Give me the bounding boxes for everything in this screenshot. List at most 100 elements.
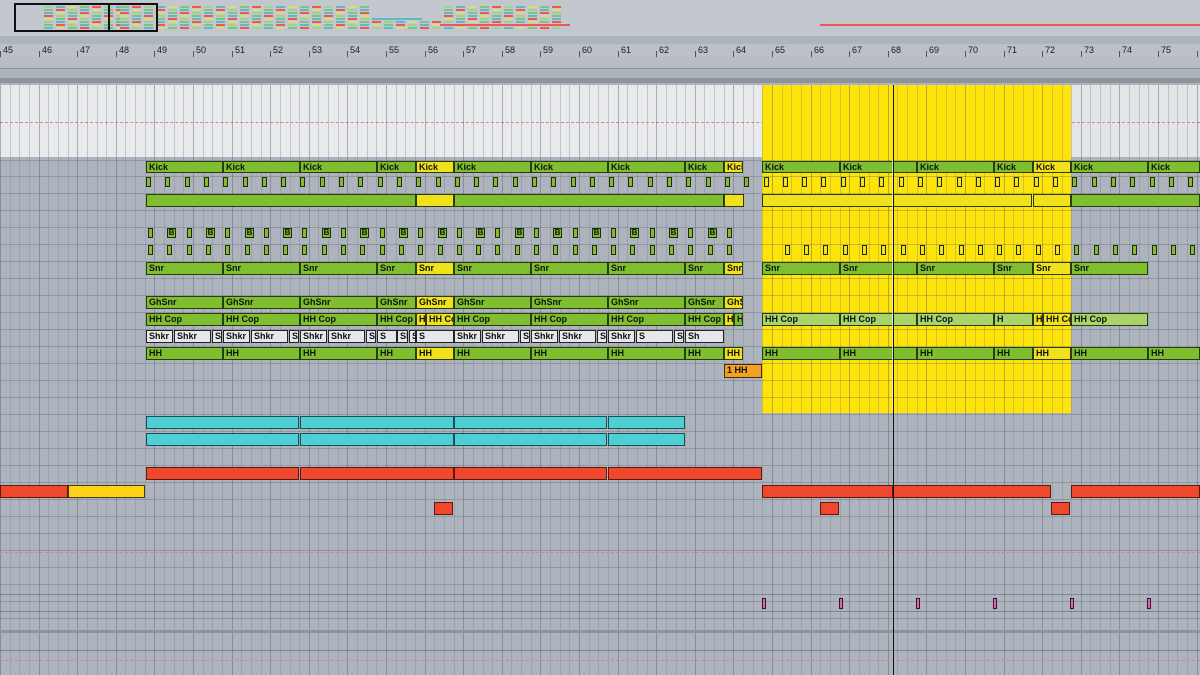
hihat-clip[interactable]: HH — [994, 347, 1033, 360]
kick-ghost-clip[interactable] — [764, 177, 769, 187]
ghost-snare-clip[interactable]: GhSnr — [608, 296, 685, 309]
kick-clip[interactable]: Kick — [146, 161, 223, 173]
hihat-clip[interactable]: HH — [685, 347, 724, 360]
perc-hit-clip[interactable] — [1094, 245, 1099, 255]
hit-clip[interactable] — [611, 228, 616, 238]
ruler-bar-number[interactable]: 48 — [116, 44, 129, 57]
snare-clip[interactable]: Snr — [1071, 262, 1148, 275]
perc-hit-clip[interactable] — [573, 245, 578, 255]
impact-clip[interactable] — [839, 598, 843, 609]
ruler-bar-number[interactable]: 63 — [695, 44, 708, 57]
impact-clip[interactable] — [1147, 598, 1151, 609]
ruler-bar-number[interactable]: 72 — [1042, 44, 1055, 57]
kick-ghost-clip[interactable] — [339, 177, 344, 187]
b-clip[interactable]: B — [167, 228, 176, 238]
hh-cop-clip[interactable]: HH Cop — [223, 313, 300, 326]
kick-ghost-clip[interactable] — [879, 177, 884, 187]
hihat-clip[interactable]: HH — [724, 347, 743, 360]
snare-clip[interactable]: Snr — [917, 262, 994, 275]
snare-clip[interactable]: Snr — [416, 262, 454, 275]
ruler-bar-number[interactable]: 74 — [1119, 44, 1132, 57]
ruler-bar-number[interactable]: 66 — [811, 44, 824, 57]
perc-hit-clip[interactable] — [920, 245, 925, 255]
ruler-bar-number[interactable]: 64 — [733, 44, 746, 57]
kick-clip[interactable]: Kick — [917, 161, 994, 173]
kick-ghost-clip[interactable] — [667, 177, 672, 187]
kick-clip[interactable]: Kick — [840, 161, 917, 173]
ruler-bar-number[interactable]: 55 — [386, 44, 399, 57]
kick-clip[interactable]: Kick — [416, 161, 454, 173]
kick-clip[interactable]: Kick — [994, 161, 1033, 173]
kick-clip[interactable]: Kick — [1148, 161, 1200, 173]
hit-clip[interactable] — [534, 228, 539, 238]
hit-clip[interactable] — [650, 228, 655, 238]
impact-clip[interactable] — [762, 598, 766, 609]
shaker-clip[interactable]: Shkr — [397, 330, 408, 343]
beat-time-ruler[interactable]: 45 46 47 48 49 50 51 52 53 54 55 56 57 58 59 60 61 62 63 64… — [0, 44, 1200, 57]
hh-cop-clip[interactable]: HH Cop — [531, 313, 608, 326]
impact-clip[interactable] — [916, 598, 920, 609]
kick-ghost-clip[interactable] — [436, 177, 441, 187]
ruler-bar-number[interactable]: 59 — [540, 44, 553, 57]
kick-ghost-clip[interactable] — [397, 177, 402, 187]
hit-clip[interactable] — [380, 228, 385, 238]
kick-clip[interactable]: Kick — [223, 161, 300, 173]
kick-ghost-clip[interactable] — [146, 177, 151, 187]
lead-clip[interactable] — [762, 485, 893, 498]
kick-ghost-clip[interactable] — [513, 177, 518, 187]
kick-ghost-clip[interactable] — [320, 177, 325, 187]
shaker-clip[interactable]: S — [212, 330, 222, 343]
hihat-clip[interactable]: HH — [840, 347, 917, 360]
perc-hit-clip[interactable] — [1152, 245, 1157, 255]
snare-clip[interactable]: Snr — [454, 262, 531, 275]
ghost-snare-clip[interactable]: GhSnr — [146, 296, 223, 309]
shaker-clip[interactable]: S — [636, 330, 673, 343]
kick-ghost-clip[interactable] — [416, 177, 421, 187]
kick-ghost-clip[interactable] — [802, 177, 807, 187]
ghost-snare-clip[interactable]: GhSnr — [300, 296, 377, 309]
ruler-bar-number[interactable]: 73 — [1081, 44, 1094, 57]
b-clip[interactable]: B — [245, 228, 254, 238]
perc-hit-clip[interactable] — [1016, 245, 1021, 255]
perc-hit-clip[interactable] — [1055, 245, 1060, 255]
kick-ghost-clip[interactable] — [185, 177, 190, 187]
hh-cop-clip[interactable]: HH Co — [426, 313, 454, 326]
perc-hit-clip[interactable] — [881, 245, 886, 255]
shaker-clip[interactable]: Shkr — [223, 330, 250, 343]
perc-hit-clip[interactable] — [302, 245, 307, 255]
perc-hit-clip[interactable] — [245, 245, 250, 255]
perc-hit-clip[interactable] — [341, 245, 346, 255]
b-clip[interactable]: B — [708, 228, 717, 238]
kick-ghost-clip[interactable] — [783, 177, 788, 187]
perc-hit-clip[interactable] — [206, 245, 211, 255]
snare-clip[interactable]: Snr — [377, 262, 416, 275]
kick-ghost-clip[interactable] — [165, 177, 170, 187]
hihat-clip[interactable]: HH — [223, 347, 300, 360]
perc-hit-clip[interactable] — [1171, 245, 1176, 255]
kick-clip[interactable]: Kick — [685, 161, 724, 173]
hit-clip[interactable] — [457, 228, 462, 238]
kick-ghost-clip[interactable] — [706, 177, 711, 187]
shaker-clip[interactable]: S — [366, 330, 376, 343]
hihat-fill-clip[interactable]: 1 HH — [724, 364, 762, 378]
b-clip[interactable]: B — [592, 228, 601, 238]
hh-cop-clip[interactable]: HH Cop — [608, 313, 685, 326]
pad-clip[interactable] — [608, 433, 685, 446]
hh-cop-clip[interactable]: HH Cop — [300, 313, 377, 326]
arrangement-overview[interactable] — [0, 0, 1200, 36]
kick-ghost-clip[interactable] — [300, 177, 305, 187]
ghost-snare-clip[interactable]: GhSnr — [531, 296, 608, 309]
perc-hit-clip[interactable] — [322, 245, 327, 255]
hit-clip[interactable] — [495, 228, 500, 238]
hh-cop-clip[interactable]: HH Cop — [1043, 313, 1071, 326]
kick-clip[interactable]: Kick — [724, 161, 743, 173]
perc-hit-clip[interactable] — [901, 245, 906, 255]
sub-kick-clip[interactable] — [1033, 194, 1071, 207]
shaker-clip[interactable]: Shkr — [531, 330, 558, 343]
kick-ghost-clip[interactable] — [1072, 177, 1077, 187]
shaker-clip[interactable]: Shkr — [454, 330, 481, 343]
bass-clip[interactable] — [608, 467, 762, 480]
shaker-clip[interactable]: Shkr — [328, 330, 365, 343]
ruler-bar-number[interactable]: 68 — [888, 44, 901, 57]
ghost-snare-clip[interactable]: GhSnr — [377, 296, 416, 309]
